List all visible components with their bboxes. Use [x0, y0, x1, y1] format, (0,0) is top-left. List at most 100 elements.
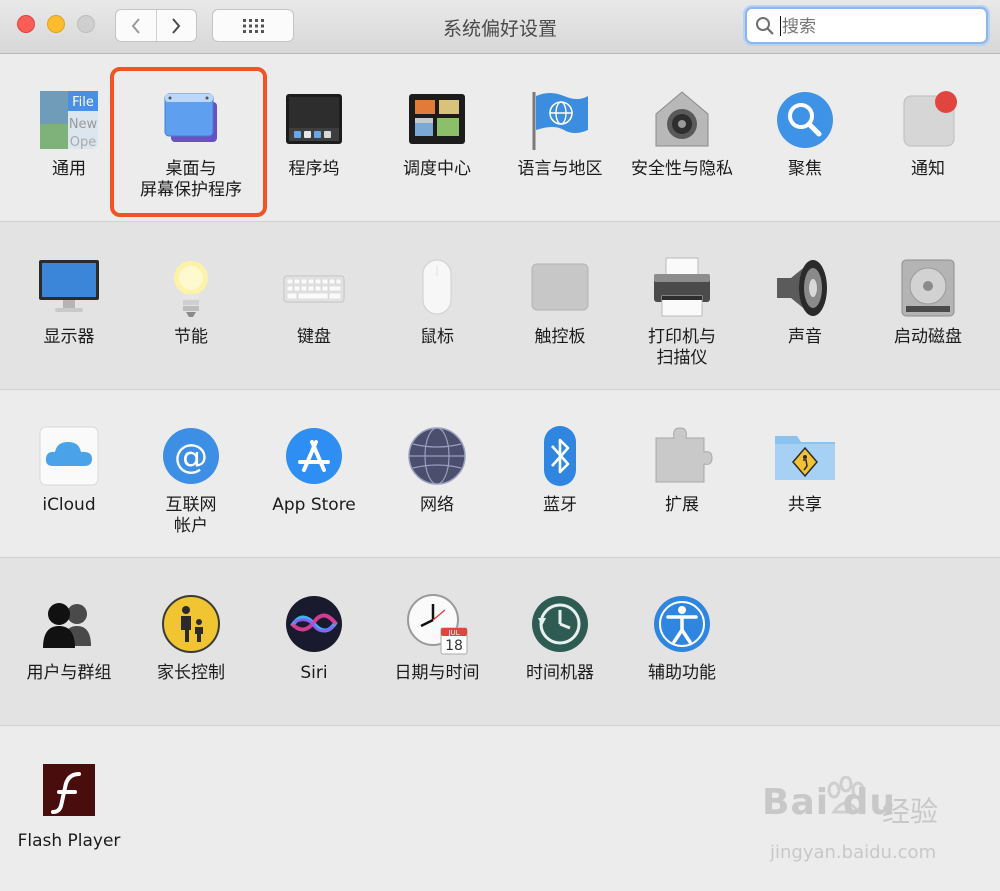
- pref-label: 辅助功能: [648, 663, 716, 683]
- forward-button[interactable]: [155, 10, 197, 41]
- pref-icloud[interactable]: iCloud: [9, 424, 129, 516]
- pref-label: 启动磁盘: [894, 327, 962, 347]
- siri-icon: [282, 592, 346, 656]
- mission-control-icon: [405, 88, 469, 152]
- pref-label: 日期与时间: [394, 663, 480, 683]
- pref-displays[interactable]: 显示器: [9, 256, 129, 348]
- pref-label: 蓝牙: [543, 495, 577, 515]
- language-region-icon: [528, 88, 592, 152]
- bluetooth-icon: [528, 424, 592, 488]
- pref-app-store[interactable]: App Store: [254, 424, 374, 516]
- parental-controls-icon: [159, 592, 223, 656]
- time-machine-icon: [528, 592, 592, 656]
- network-icon: [405, 424, 469, 488]
- pref-spotlight[interactable]: 聚焦: [745, 88, 865, 180]
- pref-printers-scanners[interactable]: 打印机与 扫描仪: [622, 256, 742, 369]
- watermark-brand: Bai du: [762, 782, 897, 823]
- pref-siri[interactable]: Siri: [254, 592, 374, 684]
- pref-label: Flash Player: [17, 831, 121, 851]
- pref-mission-control[interactable]: 调度中心: [377, 88, 497, 180]
- date-time-icon: JUL 18: [405, 592, 469, 656]
- pref-dock[interactable]: 程序坞: [254, 88, 374, 180]
- sound-icon: [773, 256, 837, 320]
- calendar-month-text: JUL: [447, 629, 459, 637]
- general-icon: File New Ope: [37, 88, 101, 152]
- pref-sound[interactable]: 声音: [745, 256, 865, 348]
- printer-icon: [650, 256, 714, 320]
- startup-disk-icon: [896, 256, 960, 320]
- pref-label: 鼠标: [420, 327, 454, 347]
- highlight-annotation-box: [110, 67, 267, 217]
- displays-icon: [37, 256, 101, 320]
- pref-label: 调度中心: [403, 159, 471, 179]
- pref-security-privacy[interactable]: 安全性与隐私: [622, 88, 742, 180]
- pref-label: 语言与地区: [517, 159, 603, 179]
- security-privacy-icon: [650, 88, 714, 152]
- pref-mouse[interactable]: 鼠标: [377, 256, 497, 348]
- pref-energy-saver[interactable]: 节能: [131, 256, 251, 348]
- baidu-jingyan-watermark: Bai du 经验 jingyan.baidu.com: [762, 776, 992, 872]
- keyboard-icon: [282, 256, 346, 320]
- pref-users-groups[interactable]: 用户与群组: [9, 592, 129, 684]
- trackpad-icon: [528, 256, 592, 320]
- pref-label: 节能: [174, 327, 208, 347]
- pref-label: Siri: [300, 663, 328, 683]
- sharing-icon: [773, 424, 837, 488]
- close-window-button[interactable]: [17, 15, 35, 33]
- pref-label: 触控板: [534, 327, 586, 347]
- grid-icon: [243, 18, 264, 33]
- search-field[interactable]: [745, 7, 988, 44]
- svg-text:@: @: [174, 437, 208, 477]
- pref-accessibility[interactable]: 辅助功能: [622, 592, 742, 684]
- pref-bluetooth[interactable]: 蓝牙: [500, 424, 620, 516]
- watermark-url: jingyan.baidu.com: [770, 842, 937, 863]
- watermark-name: 经验: [882, 795, 939, 828]
- chevron-right-icon: [172, 17, 181, 34]
- pref-label: 扩展: [665, 495, 699, 515]
- navigation-buttons: [115, 9, 197, 42]
- pref-parental-controls[interactable]: 家长控制: [131, 592, 251, 684]
- energy-saver-icon: [159, 256, 223, 320]
- pref-flash-player[interactable]: Flash Player: [9, 760, 129, 852]
- pref-internet-accounts[interactable]: @ 互联网 帐户: [131, 424, 251, 537]
- general-icon-file-text: File: [72, 95, 94, 110]
- pref-date-time[interactable]: JUL 18 日期与时间: [377, 592, 497, 684]
- pref-notifications[interactable]: 通知: [868, 88, 988, 180]
- pref-label: 家长控制: [157, 663, 225, 683]
- pref-label: 时间机器: [526, 663, 594, 683]
- title-bar: 系统偏好设置: [0, 0, 1000, 54]
- pref-label: iCloud: [42, 495, 96, 515]
- chevron-left-icon: [131, 17, 140, 34]
- show-all-button[interactable]: [212, 9, 294, 42]
- pref-label: 网络: [420, 495, 454, 515]
- general-icon-new-text: New: [69, 117, 98, 132]
- pref-sharing[interactable]: 共享: [745, 424, 865, 516]
- preferences-section-hardware: 显示器 节能 键盘 鼠标 触控板 打印机与 扫描仪 声音 启动磁盘: [0, 222, 1000, 390]
- dock-icon: [282, 88, 346, 152]
- pref-time-machine[interactable]: 时间机器: [500, 592, 620, 684]
- search-input[interactable]: [780, 13, 979, 40]
- pref-startup-disk[interactable]: 启动磁盘: [868, 256, 988, 348]
- text-caret: [780, 16, 781, 36]
- pref-keyboard[interactable]: 键盘: [254, 256, 374, 348]
- minimize-window-button[interactable]: [47, 15, 65, 33]
- pref-label: 安全性与隐私: [631, 159, 733, 179]
- pref-label: 程序坞: [288, 159, 340, 179]
- pref-label: 用户与群组: [26, 663, 112, 683]
- icloud-icon: [37, 424, 101, 488]
- pref-network[interactable]: 网络: [377, 424, 497, 516]
- internet-accounts-icon: @: [159, 424, 223, 488]
- accessibility-icon: [650, 592, 714, 656]
- window-title: 系统偏好设置: [442, 18, 557, 40]
- pref-label: 聚焦: [788, 159, 822, 179]
- app-store-icon: [282, 424, 346, 488]
- back-button[interactable]: [116, 10, 156, 41]
- pref-extensions[interactable]: 扩展: [622, 424, 742, 516]
- notifications-icon: [896, 88, 960, 152]
- zoom-window-button[interactable]: [77, 15, 95, 33]
- pref-language-region[interactable]: 语言与地区: [500, 88, 620, 180]
- pref-label: 声音: [788, 327, 822, 347]
- pref-label: 互联网 帐户: [165, 495, 217, 536]
- users-groups-icon: [37, 592, 101, 656]
- pref-trackpad[interactable]: 触控板: [500, 256, 620, 348]
